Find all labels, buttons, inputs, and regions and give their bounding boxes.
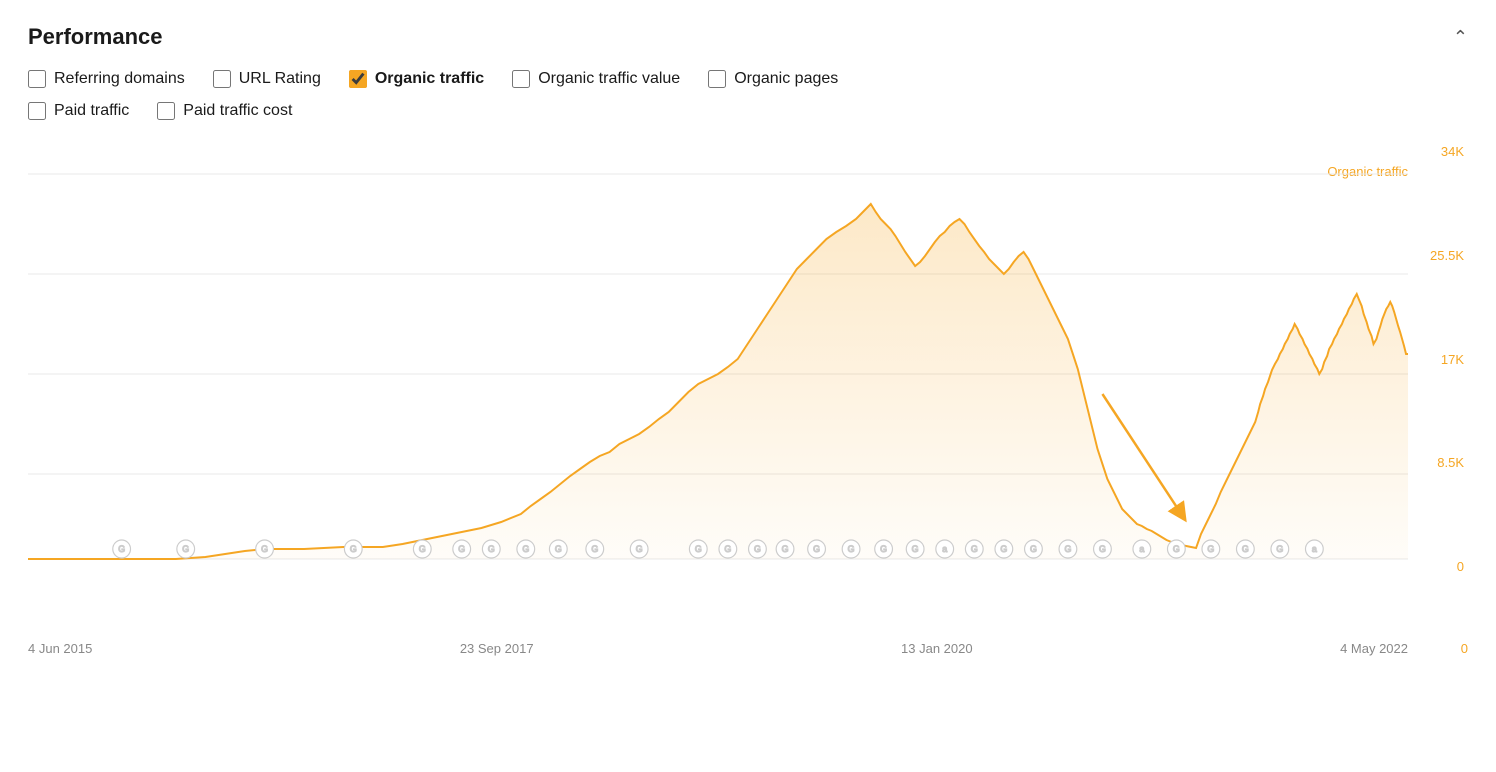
checkboxes-row-1: Referring domains URL Rating Organic tra… (28, 70, 1468, 88)
svg-text:G: G (880, 544, 887, 554)
collapse-icon[interactable]: ⌃ (1453, 27, 1468, 48)
checkbox-label-organic-pages: Organic pages (734, 70, 838, 88)
svg-text:G: G (1099, 544, 1106, 554)
checkbox-input-referring-domains[interactable] (28, 70, 46, 88)
checkbox-label-organic-traffic: Organic traffic (375, 70, 484, 88)
svg-text:G: G (1000, 544, 1007, 554)
y-label-85k: 8.5K (1437, 455, 1464, 470)
checkbox-input-organic-pages[interactable] (708, 70, 726, 88)
checkbox-label-organic-traffic-value: Organic traffic value (538, 70, 680, 88)
checkboxes-row-2: Paid traffic Paid traffic cost (28, 102, 1468, 120)
checkbox-paid-traffic[interactable]: Paid traffic (28, 102, 129, 120)
chart-container: Organic traffic G (28, 144, 1468, 624)
checkbox-organic-traffic-value[interactable]: Organic traffic value (512, 70, 680, 88)
svg-text:G: G (848, 544, 855, 554)
svg-text:G: G (782, 544, 789, 554)
svg-text:G: G (1276, 544, 1283, 554)
checkbox-input-organic-traffic-value[interactable] (512, 70, 530, 88)
checkbox-label-url-rating: URL Rating (239, 70, 321, 88)
y-label-255k: 25.5K (1430, 248, 1464, 263)
svg-text:a: a (1139, 544, 1144, 554)
checkbox-referring-domains[interactable]: Referring domains (28, 70, 185, 88)
chart-svg: G G G G G G G G G G G G G (28, 144, 1408, 574)
checkbox-paid-traffic-cost[interactable]: Paid traffic cost (157, 102, 292, 120)
svg-text:G: G (458, 544, 465, 554)
svg-text:a: a (1312, 544, 1317, 554)
x-label-2015: 4 Jun 2015 (28, 641, 92, 656)
x-axis-labels: 4 Jun 2015 23 Sep 2017 13 Jan 2020 4 May… (28, 641, 1408, 656)
checkbox-url-rating[interactable]: URL Rating (213, 70, 321, 88)
checkbox-label-referring-domains: Referring domains (54, 70, 185, 88)
svg-text:G: G (419, 544, 426, 554)
y-label-0: 0 (1457, 559, 1464, 574)
x-label-2017: 23 Sep 2017 (460, 641, 534, 656)
checkbox-input-url-rating[interactable] (213, 70, 231, 88)
x-label-zero: 0 (1461, 641, 1468, 656)
checkbox-organic-pages[interactable]: Organic pages (708, 70, 838, 88)
svg-text:G: G (912, 544, 919, 554)
svg-text:G: G (695, 544, 702, 554)
svg-text:G: G (118, 544, 125, 554)
page-title: Performance (28, 24, 163, 50)
svg-text:G: G (1242, 544, 1249, 554)
svg-text:G: G (636, 544, 643, 554)
svg-text:G: G (1064, 544, 1071, 554)
svg-text:G: G (813, 544, 820, 554)
checkbox-input-organic-traffic[interactable] (349, 70, 367, 88)
checkbox-label-paid-traffic-cost: Paid traffic cost (183, 102, 292, 120)
y-axis-labels: 34K 25.5K 17K 8.5K 0 (1413, 144, 1468, 574)
checkbox-input-paid-traffic-cost[interactable] (157, 102, 175, 120)
svg-text:G: G (350, 544, 357, 554)
svg-text:G: G (1207, 544, 1214, 554)
svg-text:G: G (1173, 544, 1180, 554)
svg-text:G: G (971, 544, 978, 554)
svg-text:G: G (522, 544, 529, 554)
svg-text:a: a (942, 544, 947, 554)
y-label-34k: 34K (1441, 144, 1464, 159)
y-label-17k: 17K (1441, 352, 1464, 367)
svg-text:G: G (261, 544, 268, 554)
svg-text:G: G (591, 544, 598, 554)
svg-text:G: G (1030, 544, 1037, 554)
svg-text:G: G (182, 544, 189, 554)
svg-text:G: G (555, 544, 562, 554)
svg-text:G: G (488, 544, 495, 554)
x-label-2022: 4 May 2022 (1340, 641, 1408, 656)
svg-text:G: G (754, 544, 761, 554)
checkbox-input-paid-traffic[interactable] (28, 102, 46, 120)
svg-text:G: G (724, 544, 731, 554)
x-label-2020: 13 Jan 2020 (901, 641, 973, 656)
checkbox-label-paid-traffic: Paid traffic (54, 102, 129, 120)
checkbox-organic-traffic[interactable]: Organic traffic (349, 70, 484, 88)
